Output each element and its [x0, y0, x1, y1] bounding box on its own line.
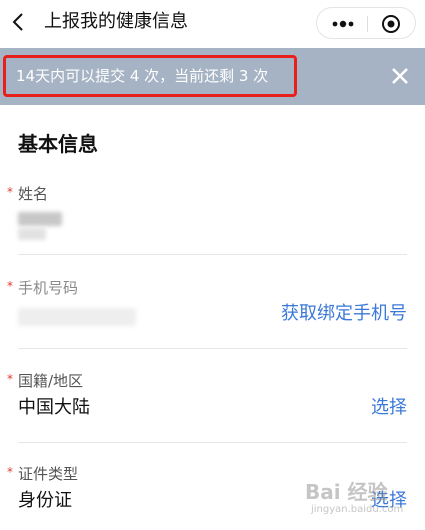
nationality-field[interactable]: * 国籍/地区 中国大陆 选择: [0, 369, 425, 443]
more-dots-icon[interactable]: [331, 15, 355, 33]
baidu-jingyan-watermark: Bai 经验 jingyan.baidu.com: [305, 468, 417, 524]
mini-program-capsule: [316, 7, 416, 39]
redacted-name-value: [18, 212, 62, 226]
watermark-main-text: Bai 经验: [305, 480, 388, 504]
phone-field[interactable]: * 手机号码 获取绑定手机号: [0, 276, 425, 349]
nationality-select-link[interactable]: 选择: [371, 396, 407, 420]
required-mark: *: [7, 372, 13, 386]
navigation-bar: 上报我的健康信息: [0, 0, 425, 48]
section-title: 基本信息: [18, 132, 98, 156]
get-bound-phone-link[interactable]: 获取绑定手机号: [281, 302, 407, 326]
capsule-divider: [367, 16, 368, 32]
phone-label: 手机号码: [18, 279, 79, 297]
name-field[interactable]: * 姓名: [0, 182, 425, 255]
required-mark: *: [7, 185, 13, 199]
chevron-left-icon[interactable]: [9, 12, 29, 32]
required-mark: *: [7, 279, 13, 293]
close-icon[interactable]: [390, 66, 410, 86]
id-type-label: 证件类型: [18, 465, 79, 483]
field-divider: [18, 442, 407, 443]
page-title: 上报我的健康信息: [44, 11, 188, 32]
notice-banner: 14天内可以提交 4 次，当前还剩 3 次: [0, 48, 425, 105]
watermark-sub-text: jingyan.baidu.com: [311, 504, 404, 515]
required-mark: *: [7, 465, 13, 479]
id-type-value: 身份证: [18, 490, 72, 511]
name-label: 姓名: [18, 185, 49, 203]
redacted-name-value-2: [18, 228, 46, 240]
field-divider: [18, 254, 407, 255]
nationality-label: 国籍/地区: [18, 372, 84, 390]
field-divider: [18, 348, 407, 349]
target-circle-icon[interactable]: [381, 14, 401, 34]
nationality-value: 中国大陆: [18, 397, 90, 418]
redacted-phone-value: [18, 308, 136, 326]
notice-text: 14天内可以提交 4 次，当前还剩 3 次: [16, 67, 269, 85]
